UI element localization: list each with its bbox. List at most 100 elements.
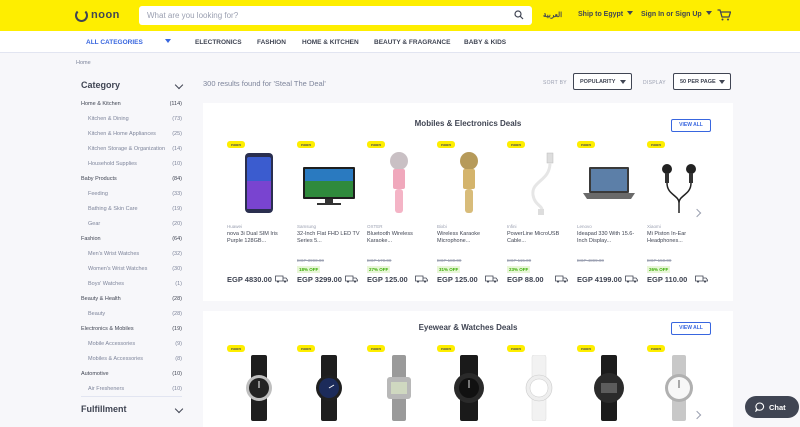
category-link[interactable]: Electronics & Mobiles (19) bbox=[81, 326, 182, 332]
product-card[interactable]: noon Infini PowerLine MicroUSB Cable... EGP… bbox=[507, 141, 571, 289]
subcategory-link[interactable]: Women's Wrist Watches (30) bbox=[88, 266, 182, 272]
category-label: Beauty & Health bbox=[81, 296, 121, 302]
product-card[interactable]: noon bbox=[437, 345, 501, 425]
product-brand: Infini bbox=[507, 224, 517, 229]
product-card[interactable]: noon bbox=[647, 345, 711, 425]
product-image[interactable] bbox=[441, 355, 497, 421]
category-count: (73) bbox=[172, 116, 182, 122]
express-delivery-icon bbox=[695, 275, 708, 283]
ship-to-selector[interactable]: Ship to Egypt bbox=[578, 11, 634, 18]
breadcrumb[interactable]: Home bbox=[76, 60, 91, 66]
nav-item-baby-kids[interactable]: BABY & KIDS bbox=[464, 39, 506, 46]
subcategory-link[interactable]: Boys' Watches (1) bbox=[88, 281, 182, 287]
subcategory-link[interactable]: Men's Wrist Watches (32) bbox=[88, 251, 182, 257]
product-brand: OXTER bbox=[367, 224, 383, 229]
product-name[interactable]: 32-Inch Flat FHD LED TV Series 5... bbox=[297, 231, 361, 245]
category-count: (64) bbox=[172, 236, 182, 242]
noon-express-badge: noon bbox=[367, 141, 385, 148]
product-card[interactable]: noon Huawei nova 3i Dual SIM Iris Purple 1… bbox=[227, 141, 291, 289]
product-image[interactable] bbox=[511, 151, 567, 217]
category-link[interactable]: Beauty & Health (28) bbox=[81, 296, 182, 302]
product-image[interactable] bbox=[581, 355, 637, 421]
product-name[interactable]: Ideapad 330 With 15.6-Inch Display... bbox=[577, 231, 641, 245]
section-title: Eyewear & Watches Deals bbox=[418, 323, 518, 332]
express-delivery-icon bbox=[345, 275, 358, 283]
product-card[interactable]: noon Lenovo Ideapad 330 With 15.6-Inch Dis… bbox=[577, 141, 641, 289]
product-image[interactable] bbox=[231, 151, 287, 217]
subcategory-link[interactable]: Beauty (28) bbox=[88, 311, 182, 317]
category-count: (33) bbox=[172, 191, 182, 197]
display-dropdown[interactable]: 50 PER PAGE bbox=[673, 73, 731, 90]
noon-logo[interactable]: noon bbox=[75, 8, 120, 22]
subcategory-link[interactable]: Feeding (33) bbox=[88, 191, 182, 197]
product-card[interactable]: noon bbox=[507, 345, 571, 425]
product-card[interactable]: noon bbox=[367, 345, 431, 425]
subcategory-link[interactable]: Mobiles & Accessories (8) bbox=[88, 356, 182, 362]
category-link[interactable]: Fashion (64) bbox=[81, 236, 182, 242]
product-card[interactable]: noon Xiaomi Mi Piston In-Ear Headphones...… bbox=[647, 141, 711, 289]
category-link[interactable]: Automotive (10) bbox=[81, 371, 182, 377]
search-input[interactable]: What are you looking for? bbox=[139, 6, 532, 25]
subcategory-link[interactable]: Kitchen & Dining (73) bbox=[88, 116, 182, 122]
subcategory-link[interactable]: Mobile Accessories (9) bbox=[88, 341, 182, 347]
search-icon[interactable] bbox=[514, 10, 524, 20]
product-image[interactable] bbox=[301, 151, 357, 217]
nav-item-fashion[interactable]: FASHION bbox=[257, 39, 286, 46]
product-name[interactable]: Mi Piston In-Ear Headphones... bbox=[647, 231, 711, 245]
noon-express-badge: noon bbox=[647, 141, 665, 148]
subcategory-link[interactable]: Kitchen Storage & Organization (14) bbox=[88, 146, 182, 152]
language-link[interactable]: العربية bbox=[543, 11, 562, 19]
nav-item-home-kitchen[interactable]: HOME & KITCHEN bbox=[302, 39, 359, 46]
product-name[interactable]: nova 3i Dual SIM Iris Purple 128GB... bbox=[227, 231, 291, 245]
category-link[interactable]: Baby Products (84) bbox=[81, 176, 182, 182]
product-card[interactable]: noon Bixbi Wireless Karaoke Microphone... E… bbox=[437, 141, 501, 289]
category-count: (25) bbox=[172, 131, 182, 137]
fulfillment-filter-header[interactable]: Fulfillment bbox=[81, 404, 184, 418]
product-name[interactable]: Bluetooth Wireless Karaoke... bbox=[367, 231, 431, 245]
subcategory-link[interactable]: Kitchen & Home Appliances (25) bbox=[88, 131, 182, 137]
product-image[interactable] bbox=[441, 151, 497, 217]
discount-badge: 27% OFF bbox=[367, 266, 391, 273]
product-name[interactable]: Wireless Karaoke Microphone... bbox=[437, 231, 501, 245]
product-image[interactable] bbox=[231, 355, 287, 421]
chat-button[interactable]: Chat bbox=[745, 396, 799, 418]
product-name[interactable]: PowerLine MicroUSB Cable... bbox=[507, 231, 571, 245]
chevron-down-icon[interactable] bbox=[165, 39, 171, 43]
view-all-button[interactable]: VIEW ALL bbox=[671, 119, 711, 132]
product-card[interactable]: noon bbox=[297, 345, 361, 425]
product-brand: Bixbi bbox=[437, 224, 447, 229]
view-all-button[interactable]: VIEW ALL bbox=[671, 322, 711, 335]
product-price: EGP 125.00 bbox=[437, 275, 478, 284]
category-link[interactable]: Home & Kitchen (114) bbox=[81, 101, 182, 107]
product-image[interactable] bbox=[371, 151, 427, 217]
nav-item-beauty-fragrance[interactable]: BEAUTY & FRAGRANCE bbox=[374, 39, 450, 46]
product-card[interactable]: noon bbox=[227, 345, 291, 425]
category-label: Household Supplies bbox=[88, 161, 137, 167]
sign-in-link[interactable]: Sign In or Sign Up bbox=[641, 11, 712, 18]
product-image[interactable] bbox=[651, 151, 707, 217]
original-price: EGP 180.00 bbox=[437, 258, 462, 263]
product-image[interactable] bbox=[511, 355, 567, 421]
subcategory-link[interactable]: Bathing & Skin Care (19) bbox=[88, 206, 182, 212]
category-count: (8) bbox=[175, 356, 182, 362]
product-card[interactable]: noon bbox=[577, 345, 641, 425]
product-image[interactable] bbox=[301, 355, 357, 421]
all-categories-menu[interactable]: ALL CATEGORIES bbox=[86, 39, 143, 46]
category-filter-header[interactable]: Category bbox=[81, 80, 184, 94]
category-count: (28) bbox=[172, 311, 182, 317]
product-card[interactable]: noon OXTER Bluetooth Wireless Karaoke... EG… bbox=[367, 141, 431, 289]
original-price: EGP 3990.00 bbox=[297, 258, 324, 263]
subcategory-link[interactable]: Gear (20) bbox=[88, 221, 182, 227]
sort-dropdown[interactable]: POPULARITY bbox=[573, 73, 632, 90]
subcategory-link[interactable]: Air Fresheners (10) bbox=[88, 386, 182, 392]
product-image[interactable] bbox=[581, 151, 637, 217]
chevron-down-icon bbox=[174, 404, 184, 414]
cart-icon[interactable] bbox=[717, 9, 731, 21]
product-card[interactable]: noon Samsung 32-Inch Flat FHD LED TV Serie… bbox=[297, 141, 361, 289]
product-price: EGP 3299.00 bbox=[297, 275, 342, 284]
sort-value: POPULARITY bbox=[580, 79, 616, 85]
nav-item-electronics[interactable]: ELECTRONICS bbox=[195, 39, 242, 46]
subcategory-link[interactable]: Household Supplies (10) bbox=[88, 161, 182, 167]
product-image[interactable] bbox=[371, 355, 427, 421]
product-image[interactable] bbox=[651, 355, 707, 421]
